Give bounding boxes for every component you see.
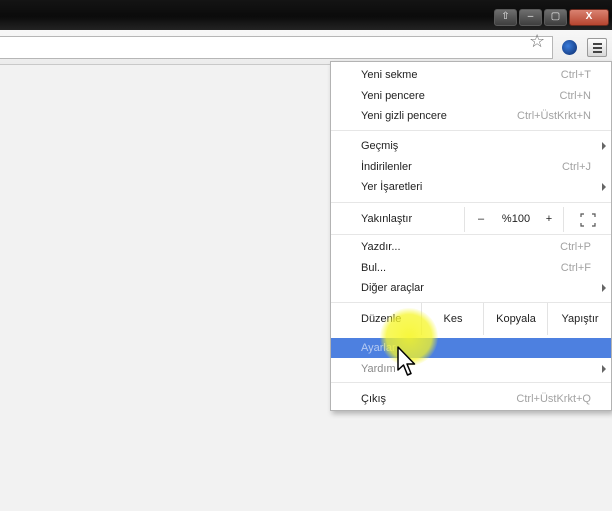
menu-item-print[interactable]: Yazdır... Ctrl+P bbox=[331, 237, 611, 257]
fullscreen-button[interactable] bbox=[563, 207, 612, 232]
menu-separator bbox=[331, 202, 611, 203]
menu-item-exit[interactable]: Çıkış Ctrl+ÜstKrkt+Q bbox=[331, 389, 611, 409]
menu-item-label: Bul... bbox=[361, 262, 387, 274]
menu-item-shortcut: Ctrl+T bbox=[560, 69, 591, 81]
menu-separator bbox=[331, 382, 611, 383]
menu-item-label: Çıkış bbox=[361, 393, 387, 405]
window-restore-tab-button[interactable]: ⇧ bbox=[494, 9, 517, 26]
menu-separator bbox=[331, 130, 611, 131]
hamburger-icon bbox=[593, 47, 602, 49]
menu-separator bbox=[331, 234, 611, 235]
address-bar[interactable] bbox=[0, 36, 553, 59]
menu-item-shortcut: Ctrl+N bbox=[559, 90, 591, 102]
submenu-arrow-icon bbox=[602, 183, 606, 191]
browser-toolbar: ☆ bbox=[0, 30, 612, 65]
menu-item-label: Yeni sekme bbox=[361, 69, 418, 81]
menu-item-shortcut: Ctrl+F bbox=[560, 262, 591, 274]
minimize-button[interactable]: – bbox=[519, 9, 542, 26]
menu-item-label: Yeni pencere bbox=[361, 90, 425, 102]
fullscreen-icon bbox=[580, 213, 596, 227]
mouse-pointer-icon bbox=[397, 346, 416, 376]
maximize-button[interactable]: ▢ bbox=[544, 9, 567, 26]
menu-item-label: Diğer araçlar bbox=[361, 282, 424, 294]
chrome-menu-button[interactable] bbox=[587, 38, 607, 57]
menu-item-find[interactable]: Bul... Ctrl+F bbox=[331, 258, 611, 278]
menu-item-shortcut: Ctrl+ÜstKrkt+Q bbox=[516, 393, 591, 405]
globe-icon[interactable] bbox=[562, 40, 577, 55]
menu-item-label: Yazdır... bbox=[361, 241, 401, 253]
menu-item-more-tools[interactable]: Diğer araçlar bbox=[331, 278, 611, 298]
copy-button[interactable]: Kopyala bbox=[483, 303, 548, 335]
menu-item-downloads[interactable]: İndirilenler Ctrl+J bbox=[331, 157, 611, 177]
hamburger-icon bbox=[593, 51, 602, 53]
menu-item-label: Geçmiş bbox=[361, 140, 399, 152]
menu-item-shortcut: Ctrl+P bbox=[560, 241, 591, 253]
menu-item-label: İndirilenler bbox=[361, 161, 412, 173]
menu-item-settings[interactable]: Ayarlar bbox=[331, 338, 611, 358]
submenu-arrow-icon bbox=[602, 284, 606, 292]
menu-row-edit: Düzenle Kes Kopyala Yapıştır bbox=[331, 303, 611, 335]
menu-item-bookmarks[interactable]: Yer İşaretleri bbox=[331, 177, 611, 197]
menu-row-zoom: Yakınlaştır – %100 + bbox=[331, 207, 611, 232]
close-button[interactable]: X bbox=[569, 9, 609, 26]
menu-item-history[interactable]: Geçmiş bbox=[331, 136, 611, 156]
zoom-out-button[interactable]: – bbox=[464, 207, 497, 232]
menu-item-new-window[interactable]: Yeni pencere Ctrl+N bbox=[331, 86, 611, 106]
submenu-arrow-icon bbox=[602, 142, 606, 150]
star-icon[interactable]: ☆ bbox=[529, 32, 545, 50]
window-controls: ⇧ – ▢ X bbox=[494, 9, 609, 26]
menu-item-help[interactable]: Yardım bbox=[331, 359, 611, 379]
menu-item-label: Yeni gizli pencere bbox=[361, 110, 447, 122]
chrome-menu: Yeni sekme Ctrl+T Yeni pencere Ctrl+N Ye… bbox=[330, 61, 612, 411]
menu-item-label: Yardım bbox=[361, 363, 396, 375]
menu-item-shortcut: Ctrl+ÜstKrkt+N bbox=[517, 110, 591, 122]
menu-item-label: Yer İşaretleri bbox=[361, 181, 423, 193]
menu-item-new-incognito-window[interactable]: Yeni gizli pencere Ctrl+ÜstKrkt+N bbox=[331, 106, 611, 126]
zoom-in-button[interactable]: + bbox=[536, 207, 562, 232]
zoom-level-value: %100 bbox=[501, 213, 531, 225]
zoom-label: Yakınlaştır bbox=[361, 213, 413, 225]
paste-button[interactable]: Yapıştır bbox=[547, 303, 612, 335]
menu-item-shortcut: Ctrl+J bbox=[561, 161, 591, 173]
window-titlebar: ⇧ – ▢ X bbox=[0, 0, 612, 30]
hamburger-icon bbox=[593, 43, 602, 45]
menu-item-new-tab[interactable]: Yeni sekme Ctrl+T bbox=[331, 65, 611, 85]
submenu-arrow-icon bbox=[602, 365, 606, 373]
